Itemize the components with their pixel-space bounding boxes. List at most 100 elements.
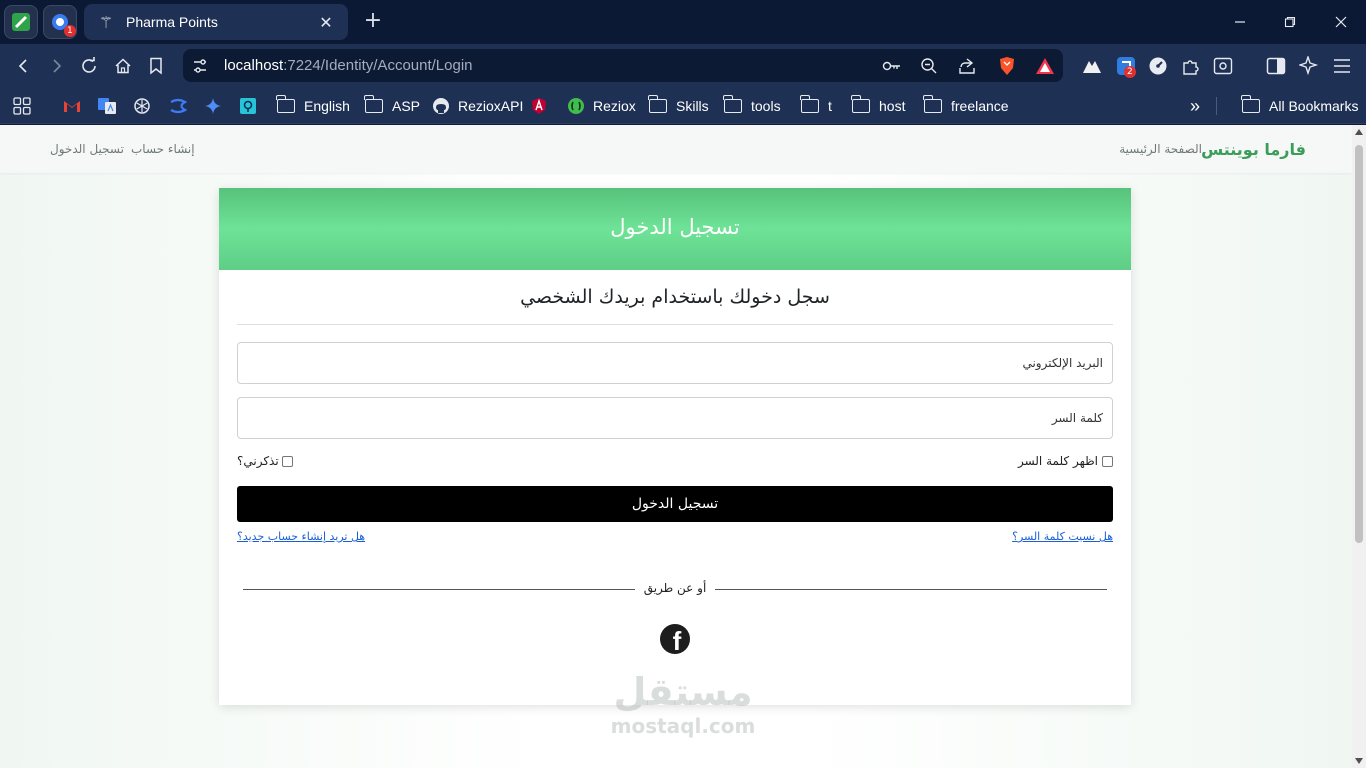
scroll-down-arrow-icon[interactable] — [1355, 758, 1363, 764]
login-submit-button[interactable]: تسجيل الدخول — [237, 486, 1113, 522]
address-bar[interactable]: localhost:7224/Identity/Account/Login — [183, 49, 1063, 82]
apps-grid-icon[interactable] — [12, 94, 32, 118]
bookmark-folder-t[interactable]: t — [800, 94, 832, 118]
email-placeholder: البريد الإلكتروني — [1022, 356, 1103, 370]
scroll-thumb[interactable] — [1355, 145, 1363, 543]
nav-login-link[interactable]: تسجيل الدخول — [50, 142, 124, 156]
forgot-password-link[interactable]: هل نسيت كلمة السر؟ — [1012, 530, 1113, 543]
folder-icon — [276, 95, 295, 113]
bookmark-label: Reziox — [593, 98, 636, 114]
zoom-out-icon[interactable] — [918, 55, 940, 77]
tab-close-icon[interactable]: ✕ — [316, 13, 336, 32]
close-window-icon[interactable] — [1321, 8, 1361, 36]
bookmark-rezioxapi[interactable]: RezioxAPI — [432, 94, 523, 118]
restore-icon[interactable] — [1270, 8, 1310, 36]
spreadsheet-icon — [12, 13, 30, 31]
bookmark-folder-asp[interactable]: ASP — [364, 94, 421, 118]
brave-rewards-icon[interactable] — [1080, 54, 1104, 78]
remember-me-label: تذكرني؟ — [237, 454, 279, 468]
app-bookmark-icon[interactable] — [239, 94, 257, 118]
menu-icon[interactable] — [1330, 54, 1354, 78]
bookmark-folder-freelance[interactable]: freelance — [923, 94, 1009, 118]
bookmark-angular-icon[interactable] — [530, 94, 548, 118]
forward-icon[interactable] — [44, 54, 68, 78]
bookmark-folder-skills[interactable]: Skills — [648, 94, 709, 118]
bookmark-folder-host[interactable]: host — [851, 94, 906, 118]
show-password-checkbox[interactable] — [1102, 455, 1113, 467]
home-icon[interactable] — [111, 54, 135, 78]
bookmark-icon[interactable] — [144, 54, 168, 78]
speed-dial-icon[interactable] — [1146, 54, 1170, 78]
reading-list-icon[interactable] — [1211, 54, 1235, 78]
pinned-tab-sheets[interactable] — [4, 5, 38, 39]
bookmark-reziox[interactable]: Reziox — [567, 94, 636, 118]
bookmark-label: Skills — [676, 98, 709, 114]
login-card: تسجيل الدخول سجل دخولك باستخدام بريدك ال… — [219, 188, 1131, 705]
brave-rewards-triangle-icon[interactable] — [1034, 55, 1056, 77]
facebook-login-button[interactable]: f — [660, 624, 690, 654]
more-bookmarks-chevron-icon[interactable]: » — [1190, 94, 1200, 118]
folder-icon — [364, 95, 383, 113]
github-icon — [432, 97, 450, 115]
bookmark-label: t — [828, 98, 832, 114]
password-key-icon[interactable] — [881, 55, 903, 77]
reziox-icon — [567, 97, 585, 115]
watermark-latin: mostaql.com — [610, 714, 756, 738]
nav-register-link[interactable]: إنشاء حساب — [131, 142, 195, 156]
brave-shields-icon[interactable] — [996, 55, 1018, 77]
gemini-icon[interactable] — [204, 94, 222, 118]
brand-link[interactable]: فارما بوينتس — [1201, 140, 1306, 159]
bookmark-label: tools — [751, 98, 781, 114]
page-viewport: فارما بوينتس الصفحة الرئيسية إنشاء حساب … — [0, 125, 1352, 768]
folder-icon — [923, 95, 942, 113]
watermark: مستقل mostaql.com — [600, 670, 766, 738]
create-account-link[interactable]: هل تريد إنشاء حساب جديد؟ — [237, 530, 365, 543]
folder-icon — [800, 95, 819, 113]
password-field[interactable]: كلمة السر — [237, 397, 1113, 439]
or-via-text: أو عن طريق — [635, 581, 715, 595]
url-host: localhost — [224, 57, 284, 74]
new-tab-button[interactable]: + — [360, 9, 386, 35]
login-header: تسجيل الدخول — [219, 188, 1131, 270]
remember-me-row: تذكرني؟ — [237, 453, 293, 469]
leo-ai-icon[interactable] — [1297, 54, 1321, 78]
bookmark-label: host — [879, 98, 906, 114]
tab-pharma-points[interactable]: ⚚ Pharma Points ✕ — [84, 4, 348, 40]
url-text: localhost:7224/Identity/Account/Login — [224, 57, 473, 74]
site-settings-icon[interactable] — [189, 55, 211, 77]
show-password-row: اظهر كلمة السر — [1018, 453, 1113, 469]
remember-me-checkbox[interactable] — [281, 455, 293, 467]
folder-icon — [1241, 95, 1260, 113]
extension-icon[interactable]: 2 — [1114, 54, 1138, 78]
sidebar-icon[interactable] — [1264, 54, 1288, 78]
extensions-puzzle-icon[interactable] — [1179, 54, 1203, 78]
all-bookmarks-button[interactable]: All Bookmarks — [1241, 94, 1358, 118]
scroll-up-arrow-icon[interactable] — [1355, 129, 1363, 135]
email-field[interactable]: البريد الإلكتروني — [237, 342, 1113, 384]
reload-icon[interactable] — [77, 54, 101, 78]
cursor-app-icon[interactable] — [169, 94, 187, 118]
or-divider-left — [243, 589, 641, 590]
back-icon[interactable] — [12, 54, 36, 78]
google-translate-icon[interactable] — [97, 94, 117, 118]
share-icon[interactable] — [956, 55, 978, 77]
bookmark-folder-english[interactable]: English — [276, 94, 350, 118]
divider — [237, 324, 1113, 325]
bookmark-folder-tools[interactable]: tools — [723, 94, 781, 118]
site-navbar: فارما بوينتس الصفحة الرئيسية إنشاء حساب … — [0, 125, 1352, 173]
bookmark-label: RezioxAPI — [458, 98, 524, 114]
folder-icon — [851, 95, 870, 113]
pinned-tab-badge: 1 — [64, 25, 76, 37]
bookmark-label: freelance — [951, 98, 1009, 114]
login-subtitle: سجل دخولك باستخدام بريدك الشخصي — [520, 286, 830, 308]
show-password-label: اظهر كلمة السر — [1017, 454, 1098, 468]
chatgpt-icon[interactable] — [133, 94, 151, 118]
gmail-icon[interactable] — [63, 94, 81, 118]
folder-icon — [723, 95, 742, 113]
minimize-icon[interactable] — [1220, 8, 1260, 36]
nav-home-link[interactable]: الصفحة الرئيسية — [1119, 142, 1202, 156]
page-scrollbar[interactable] — [1352, 125, 1366, 768]
bookmark-label: ASP — [392, 98, 421, 114]
bookmarks-bar: English ASP RezioxAPI Reziox Skills tool… — [0, 88, 1366, 124]
pinned-tab-app[interactable]: 1 — [43, 5, 77, 39]
